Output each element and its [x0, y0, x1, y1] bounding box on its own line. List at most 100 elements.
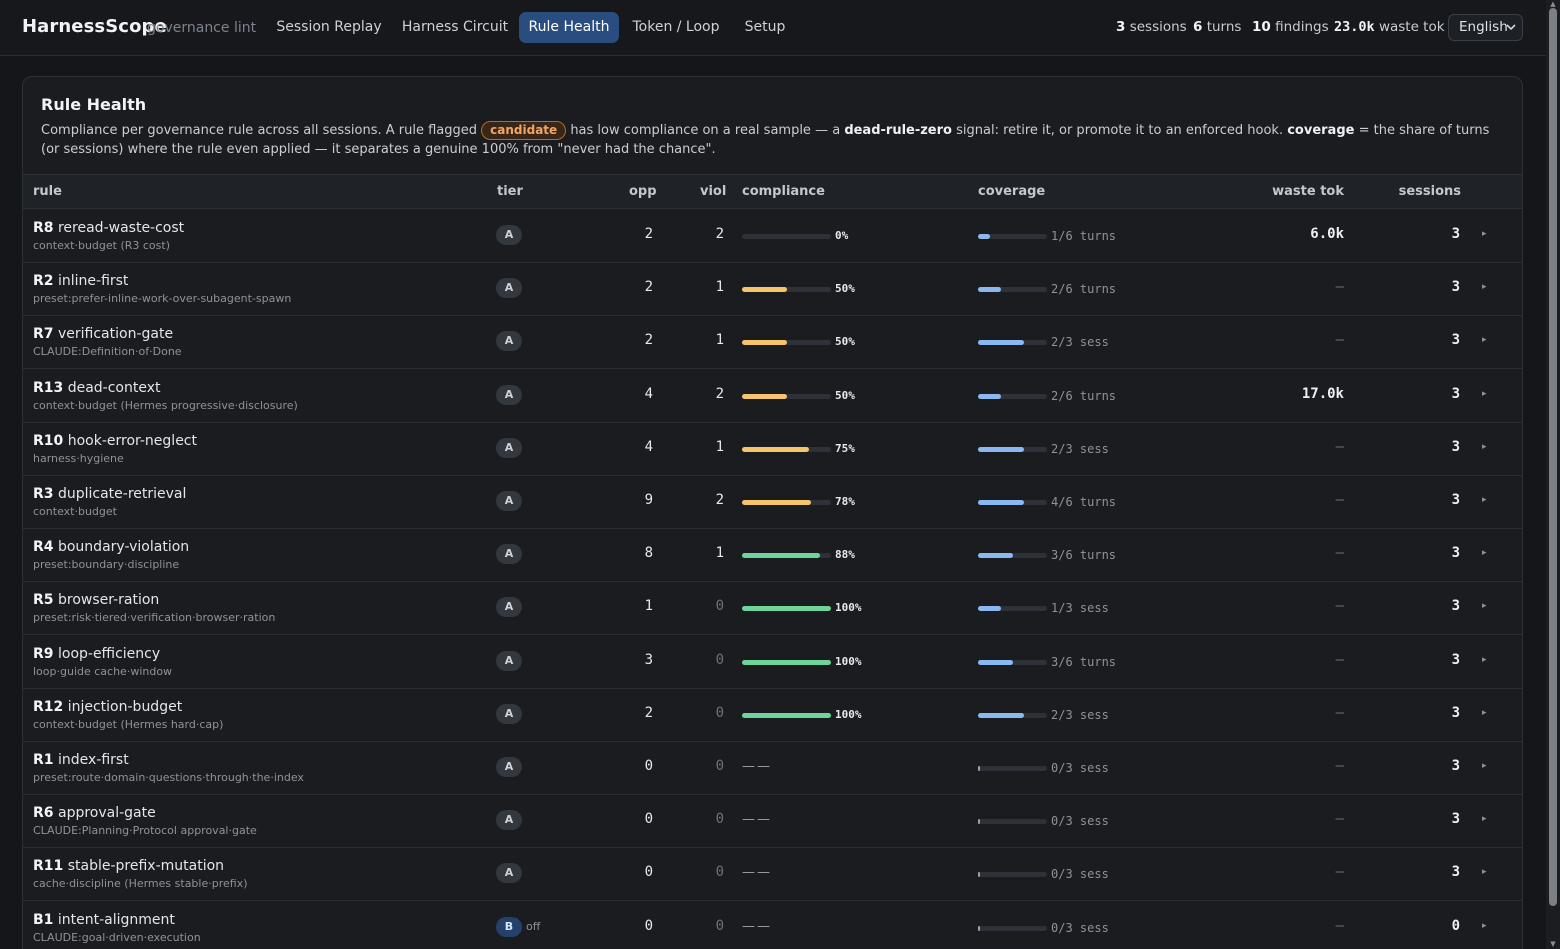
compliance-bar — [742, 446, 831, 452]
compliance-bar — [742, 712, 831, 718]
tab-rule-health[interactable]: Rule Health — [519, 12, 619, 43]
rule-name: R13 dead-context — [33, 380, 161, 396]
rule-source: preset:risk·tiered·verification·browser·… — [33, 611, 276, 625]
expand-caret-icon[interactable]: ▸ — [1482, 335, 1487, 345]
sessions-count: 3 — [1451, 651, 1460, 668]
expand-caret-icon[interactable]: ▸ — [1482, 548, 1487, 558]
tier-badge: B — [496, 916, 522, 937]
compliance-bar-fill — [742, 659, 831, 665]
compliance-bar — [742, 553, 831, 559]
col-viol[interactable]: viol — [700, 184, 726, 199]
compliance-percent: 50% — [835, 282, 855, 296]
table-row[interactable]: R5 browser-ration preset:risk·tiered·veri… — [23, 582, 1522, 636]
table-row[interactable]: R13 dead-context context·budget (Hermes p… — [23, 370, 1522, 423]
waste-tokens: 17.0k — [1301, 385, 1344, 402]
coverage-bar — [978, 340, 1047, 346]
waste-tokens: – — [1335, 332, 1344, 349]
col-opp[interactable]: opp — [629, 184, 657, 199]
tab-session-replay[interactable]: Session Replay — [268, 12, 390, 43]
language-selected: English — [1459, 19, 1508, 35]
rule-id: R1 — [33, 752, 54, 768]
col-sessions[interactable]: sessions — [1399, 184, 1461, 199]
coverage-bar-fill — [978, 234, 990, 239]
compliance-percent: 100% — [835, 654, 862, 668]
expand-caret-icon[interactable]: ▸ — [1482, 921, 1487, 931]
desc-part-3: signal: retire it, or promote it to an e… — [956, 123, 1284, 138]
table-row[interactable]: R12 injection-budget context·budget (Herm… — [23, 689, 1522, 742]
expand-caret-icon[interactable]: ▸ — [1482, 655, 1487, 665]
tab-setup[interactable]: Setup — [735, 12, 795, 43]
scroll-up-arrow-icon[interactable]: ▲ — [1549, 0, 1557, 8]
rule-name: R7 verification-gate — [33, 326, 173, 342]
tier-badge: A — [496, 278, 522, 299]
tier-note: off — [526, 919, 541, 933]
compliance-bar — [742, 606, 831, 612]
stat-findings: 10 findings — [1252, 19, 1329, 35]
expand-caret-icon[interactable]: ▸ — [1482, 867, 1487, 877]
opp-count: 1 — [644, 598, 653, 615]
coverage-bar-fill — [978, 819, 980, 825]
tab-harness-circuit[interactable]: Harness Circuit — [395, 12, 515, 43]
coverage-label: 2/3 sess — [1051, 441, 1109, 456]
table-row[interactable]: R7 verification-gate CLAUDE:Definition·of… — [23, 316, 1522, 370]
rule-id: R7 — [33, 326, 54, 343]
top-bar: HarnessScope governance lint Session Rep… — [0, 0, 1546, 56]
table-row[interactable]: R4 boundary-violation preset:boundary·dis… — [23, 529, 1522, 583]
table-row[interactable]: R6 approval-gate CLAUDE:Planning·Protocol… — [23, 795, 1522, 849]
expand-caret-icon[interactable]: ▸ — [1482, 601, 1487, 611]
col-compliance[interactable]: compliance — [742, 184, 825, 199]
coverage-label: 3/6 turns — [1051, 548, 1117, 563]
table-row[interactable]: R8 reread-waste-cost context·budget (R3 c… — [23, 210, 1522, 263]
sessions-count: 3 — [1451, 864, 1460, 881]
rule-label: duplicate-retrieval — [57, 486, 187, 502]
compliance-percent: 100% — [835, 601, 862, 615]
tier-badge: A — [496, 384, 522, 405]
stat-turns-value: 6 — [1193, 19, 1203, 35]
col-rule[interactable]: rule — [33, 184, 62, 199]
col-waste-tok[interactable]: waste tok — [1272, 184, 1344, 199]
expand-caret-icon[interactable]: ▸ — [1482, 495, 1487, 505]
sessions-count: 3 — [1451, 438, 1460, 455]
coverage-bar — [978, 393, 1047, 399]
rule-source: loop·guide cache·window — [33, 664, 173, 678]
stat-sessions-label: sessions — [1129, 19, 1187, 35]
scroll-down-arrow-icon[interactable]: ▼ — [1549, 940, 1557, 948]
coverage-bar-fill — [978, 393, 1001, 399]
rule-name: R9 loop-efficiency — [33, 646, 160, 662]
expand-caret-icon[interactable]: ▸ — [1482, 761, 1487, 771]
compliance-bar-fill — [742, 287, 787, 293]
scroll-thumb[interactable] — [1549, 8, 1557, 906]
expand-caret-icon[interactable]: ▸ — [1482, 229, 1487, 239]
desc-coverage-term: coverage — [1287, 123, 1355, 138]
tier-badge: A — [496, 437, 522, 458]
expand-caret-icon[interactable]: ▸ — [1482, 282, 1487, 292]
table-row[interactable]: R10 hook-error-neglect harness·hygiene A 4 1… — [23, 423, 1522, 476]
table-row[interactable]: B1 intent-alignment CLAUDE:goal·driven·ex… — [23, 902, 1522, 949]
opp-count: 4 — [644, 385, 653, 402]
waste-tokens: – — [1335, 864, 1344, 881]
expand-caret-icon[interactable]: ▸ — [1482, 389, 1487, 399]
rule-source: harness·hygiene — [33, 451, 124, 465]
rule-id: R3 — [33, 486, 54, 502]
expand-caret-icon[interactable]: ▸ — [1482, 814, 1487, 824]
page-scrollbar[interactable]: ▲ ▼ — [1546, 0, 1560, 949]
coverage-bar-fill — [978, 659, 1013, 665]
table-row[interactable]: R2 inline-first preset:prefer-inline-work… — [23, 263, 1522, 317]
table-row[interactable]: R1 index-first preset:route·domain·questi… — [23, 742, 1522, 795]
col-tier[interactable]: tier — [497, 184, 523, 199]
rule-name: R11 stable-prefix-mutation — [33, 858, 224, 874]
rule-label: intent-alignment — [57, 911, 175, 928]
tier-badge: A — [496, 491, 522, 511]
rule-id: R4 — [33, 539, 54, 556]
tab-token-loop[interactable]: Token / Loop — [624, 12, 728, 43]
language-select[interactable]: English — [1448, 14, 1523, 41]
expand-caret-icon[interactable]: ▸ — [1482, 708, 1487, 718]
tier-badge: A — [496, 225, 522, 245]
table-row[interactable]: R9 loop-efficiency loop·guide cache·windo… — [23, 636, 1522, 689]
expand-caret-icon[interactable]: ▸ — [1482, 442, 1487, 452]
col-coverage[interactable]: coverage — [978, 184, 1045, 199]
tier-badge: A — [496, 331, 522, 352]
table-row[interactable]: R3 duplicate-retrieval context·budget A 9 2 7… — [23, 476, 1522, 529]
table-row[interactable]: R11 stable-prefix-mutation cache·discipli… — [23, 848, 1522, 902]
rule-source: CLAUDE:Planning·Protocol approval·gate — [33, 824, 257, 838]
